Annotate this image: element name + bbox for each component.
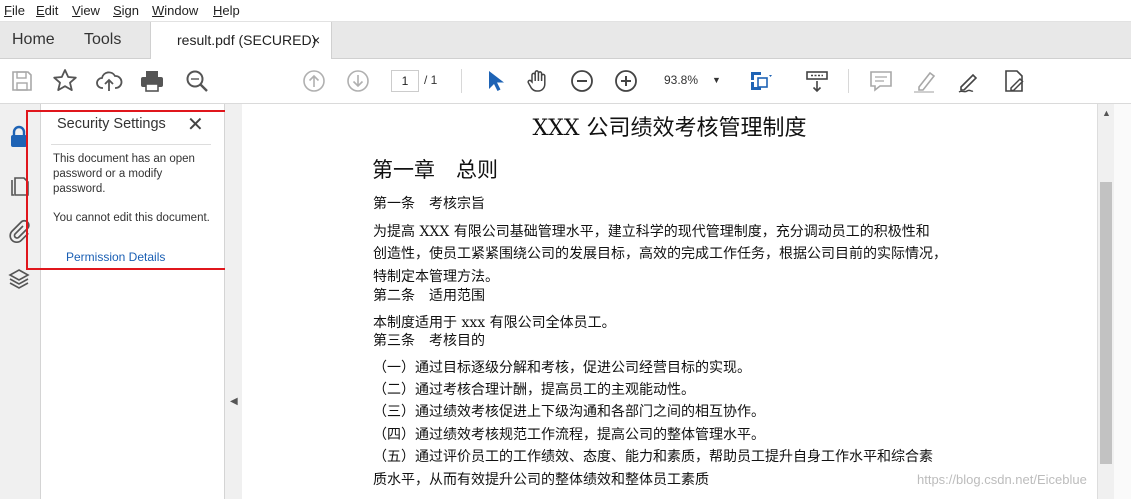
menu-view[interactable]: View	[72, 3, 100, 18]
chevron-down-icon: ▼	[712, 75, 721, 85]
document-line: （四）通过绩效考核规范工作流程，提高公司的整体管理水平。	[373, 427, 765, 443]
tab-close-icon[interactable]: ×	[312, 22, 320, 58]
tab-document-title: result.pdf (SECURED)	[177, 32, 317, 48]
print-icon[interactable]	[138, 67, 166, 95]
document-line: 第二条 适用范围	[373, 288, 485, 304]
pdf-page: XXX 公司绩效考核管理制度 第一章 总则 第一条 考核宗旨 为提高 XXX 有…	[242, 104, 1097, 499]
security-message: This document has an open password or a …	[53, 153, 195, 195]
page-total: / 1	[424, 73, 438, 87]
menu-edit[interactable]: Edit	[36, 3, 58, 18]
sign-icon[interactable]	[955, 67, 983, 95]
select-cursor-icon[interactable]	[480, 67, 508, 95]
watermark-text: https://blog.csdn.net/Eiceblue	[917, 472, 1087, 487]
menu-bar: File Edit View Sign Window Help	[0, 0, 1131, 22]
save-icon[interactable]	[8, 67, 36, 95]
security-settings-panel: Security Settings ✕ This document has an…	[41, 104, 225, 499]
panel-title: Security Settings	[57, 116, 166, 132]
tab-document[interactable]: result.pdf (SECURED) ×	[150, 22, 332, 59]
page-number-input[interactable]: 1	[391, 70, 419, 92]
document-line: 质水平，从而有效提升公司的整体绩效和整体员工素质	[373, 472, 709, 488]
layers-icon[interactable]	[6, 266, 32, 292]
toolbar: 1 / 1 93.8% ▼	[0, 59, 1131, 104]
zoom-out-icon[interactable]	[568, 67, 596, 95]
menu-file[interactable]: File	[4, 3, 25, 18]
document-line: （一）通过目标逐级分解和考核，促进公司经营目标的实现。	[373, 360, 751, 376]
upload-cloud-icon[interactable]	[95, 67, 123, 95]
fit-page-icon[interactable]	[746, 67, 774, 95]
tab-home[interactable]: Home	[12, 22, 55, 58]
toolbar-divider	[461, 69, 462, 93]
document-line: 特制定本管理方法。	[373, 269, 499, 285]
hand-tool-icon[interactable]	[524, 67, 552, 95]
document-line: 第三条 考核目的	[373, 333, 485, 349]
comment-icon[interactable]	[867, 67, 895, 95]
panel-divider	[51, 144, 211, 145]
vertical-scrollbar[interactable]: ▲	[1097, 104, 1115, 499]
document-view: XXX 公司绩效考核管理制度 第一章 总则 第一条 考核宗旨 为提高 XXX 有…	[242, 104, 1097, 499]
lock-icon[interactable]	[6, 124, 32, 150]
document-line: （三）通过绩效考核促进上下级沟通和各部门之间的相互协作。	[373, 404, 765, 420]
zoom-in-icon[interactable]	[612, 67, 640, 95]
scroll-mode-icon[interactable]	[803, 67, 831, 95]
document-line: （二）通过考核合理计酬，提高员工的主观能动性。	[373, 382, 695, 398]
edit-restriction-message: You cannot edit this document.	[53, 212, 210, 224]
document-title: XXX 公司绩效考核管理制度	[532, 116, 807, 141]
menu-window[interactable]: Window	[152, 3, 198, 18]
navigation-rail	[0, 104, 41, 499]
right-edge-strip	[1114, 104, 1131, 499]
fill-sign-icon[interactable]	[1000, 67, 1028, 95]
scroll-up-icon[interactable]: ▲	[1102, 108, 1111, 118]
document-line: 第一条 考核宗旨	[373, 196, 485, 212]
toolbar-divider	[848, 69, 849, 93]
scrollbar-thumb[interactable]	[1100, 182, 1112, 464]
document-line: （五）通过评价员工的工作绩效、态度、能力和素质，帮助员工提升自身工作水平和综合素	[373, 449, 933, 465]
document-line: 为提高 XXX 有限公司基础管理水平，建立科学的现代管理制度，充分调动员工的积极…	[373, 224, 930, 240]
zoom-search-icon[interactable]	[183, 67, 211, 95]
document-line: 创造性，使员工紧紧围绕公司的发展目标，高效的完成工作任务，根据公司目前的实际情况…	[373, 246, 947, 262]
menu-help[interactable]: Help	[213, 3, 240, 18]
chapter-heading: 第一章 总则	[372, 158, 498, 182]
page-up-icon[interactable]	[300, 67, 328, 95]
page-thumbnails-icon[interactable]	[6, 172, 32, 198]
attachment-icon[interactable]	[6, 218, 32, 244]
permission-details-link[interactable]: Permission Details	[66, 250, 165, 264]
bookmark-star-icon[interactable]	[51, 67, 79, 95]
zoom-value: 93.8%	[664, 73, 699, 87]
close-icon[interactable]: ✕	[187, 112, 204, 137]
collapse-arrow-icon: ◀	[230, 396, 238, 407]
menu-sign[interactable]: Sign	[113, 3, 139, 18]
tab-bar: Home Tools result.pdf (SECURED) ×	[0, 22, 1131, 59]
document-line: 本制度适用于 xxx 有限公司全体员工。	[373, 315, 616, 331]
panel-collapse-handle[interactable]: ◀	[225, 104, 242, 499]
zoom-select[interactable]: 93.8% ▼	[656, 70, 730, 90]
highlight-icon[interactable]	[911, 67, 939, 95]
tab-tools[interactable]: Tools	[84, 22, 121, 58]
page-down-icon[interactable]	[344, 67, 372, 95]
